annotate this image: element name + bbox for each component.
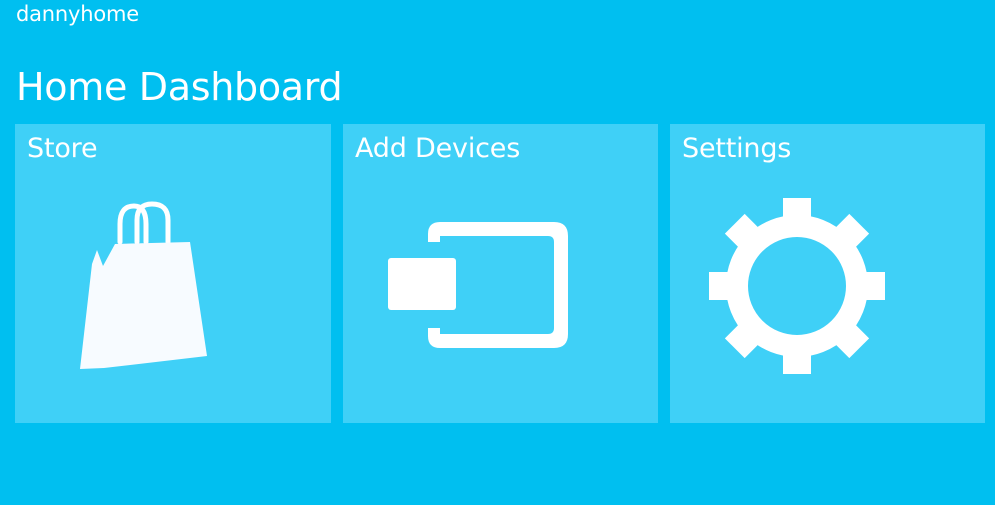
settings-tile[interactable]: Settings	[670, 124, 985, 423]
store-tile-label: Store	[27, 133, 98, 164]
store-tile[interactable]: Store	[15, 124, 331, 423]
page-title: Home Dashboard	[16, 65, 343, 109]
add-devices-tile[interactable]: Add Devices	[343, 124, 658, 423]
settings-tile-label: Settings	[682, 133, 792, 164]
gear-icon	[709, 198, 885, 374]
add-devices-tile-label: Add Devices	[355, 133, 521, 164]
tile-grid: Store Add Devices Settings	[15, 124, 985, 423]
app-name: dannyhome	[16, 2, 139, 26]
shopping-bag-icon	[80, 201, 207, 369]
device-plug-icon	[388, 222, 568, 348]
